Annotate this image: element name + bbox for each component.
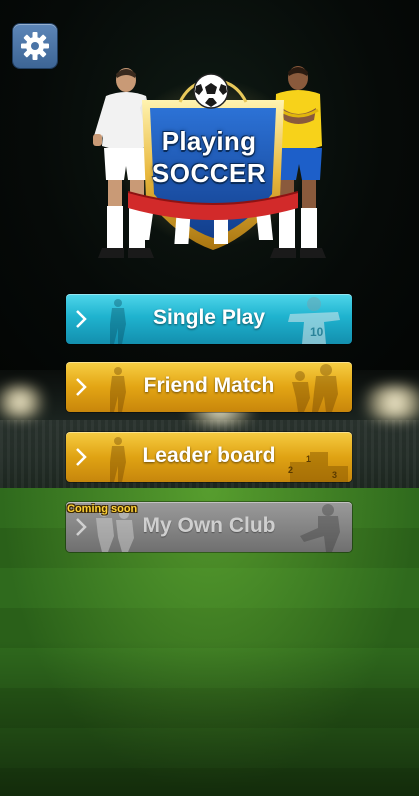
single-play-label: Single Play: [152, 306, 266, 329]
soccer-ball-icon: [193, 73, 229, 109]
pitch-shadow: [0, 640, 419, 796]
friend-match-button[interactable]: Friend Match: [66, 362, 352, 412]
coming-soon-badge: Coming soon: [67, 503, 138, 515]
logo-title-line2: SOCCER: [151, 158, 267, 188]
logo-title-line1: Playing: [161, 126, 257, 156]
my-own-club-label: My Own Club: [142, 514, 276, 537]
single-play-button[interactable]: 10 Single Play: [66, 294, 352, 344]
friend-match-label: Friend Match: [143, 374, 275, 397]
leaderboard-label: Leader board: [142, 444, 276, 467]
gear-icon: [21, 32, 49, 60]
game-logo: Playing SOCCER: [88, 58, 334, 268]
settings-button[interactable]: [13, 24, 57, 68]
leaderboard-button[interactable]: 1 2 3 Leader board: [66, 432, 352, 482]
podium-third-place: 3: [332, 470, 338, 480]
